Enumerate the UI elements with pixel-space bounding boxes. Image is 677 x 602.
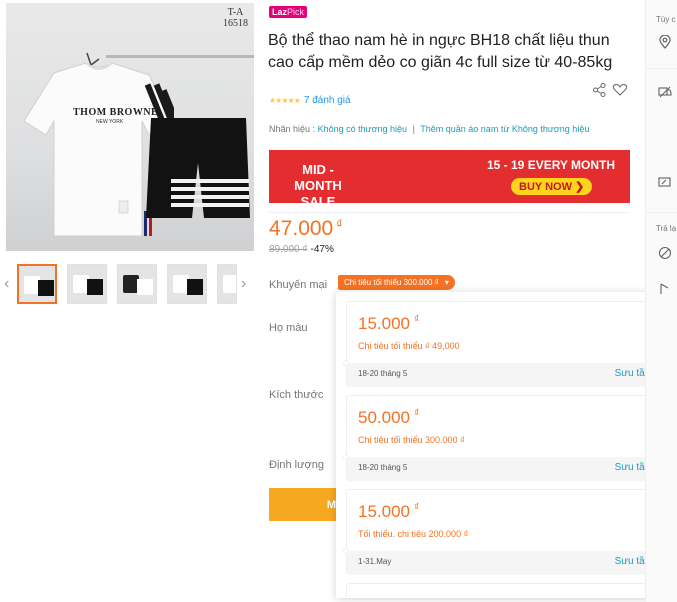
product-page: T-A 16518 THOM BROWNE NEW YORK ‹ › LazPi… — [0, 0, 677, 602]
delivery-icon — [658, 86, 672, 98]
sidebar-options-label: Tùy c — [656, 15, 676, 24]
buy-now-label: M — [326, 498, 336, 511]
product-main-image[interactable]: T-A 16518 THOM BROWNE NEW YORK — [6, 3, 254, 251]
lazpick-laz: Laz — [272, 7, 288, 17]
brand-more-link[interactable]: Thêm quần áo nam từ Không thương hiệu — [420, 124, 589, 134]
divider — [269, 212, 630, 213]
voucher-amount-value: 50.000 — [358, 408, 410, 427]
brand-row: Nhãn hiệu : Không có thương hiệu | Thêm … — [269, 124, 589, 134]
price-currency: ₫ — [336, 217, 343, 231]
mid-month-sale-banner[interactable]: MID - MONTH SALE 15 - 19 EVERY MONTH BUY… — [269, 150, 630, 209]
sidebar-divider — [646, 212, 677, 213]
price-value: 47.000 — [269, 217, 334, 240]
rating-count-link[interactable]: 7 đánh giá — [304, 95, 351, 106]
voucher-amount-value: 15.000 — [358, 314, 410, 333]
promotion-tag-text: Chi tiêu tối thiểu 300.000 ₫ — [344, 278, 439, 287]
promotion-label: Khuyến mại — [269, 279, 328, 291]
voucher-date: 18-20 tháng 5 — [358, 463, 408, 472]
cash-icon — [658, 177, 671, 187]
shorts-illustration — [146, 118, 250, 218]
voucher-card: 50.000 ₫ Chi tiêu tối thiểu 300.000 ₫ 18-… — [343, 395, 669, 481]
banner-title-line2: SALE — [300, 194, 336, 209]
brand-link[interactable]: Không có thương hiệu — [318, 124, 408, 134]
banner-buy-now-button[interactable]: BUY NOW ❯ — [511, 178, 593, 195]
rating-row: ★★★★★ 7 đánh giá — [269, 95, 351, 106]
thumb-prev-icon[interactable]: ‹ — [4, 275, 9, 293]
banner-sale-title: MID - MONTH SALE — [281, 162, 355, 210]
brand-label: Nhãn hiệu : — [269, 124, 316, 134]
voucher-card: 15.000 ₫ Tối thiểu. chi tiêu 200.000 ₫ 1-… — [343, 489, 669, 575]
voucher-dropdown: 15.000 ₫ Chi tiêu tối thiểu ₫ 49,000 18-2… — [336, 292, 676, 598]
voucher-date: 18-20 tháng 5 — [358, 369, 408, 378]
shirt-sub-print: NEW YORK — [96, 119, 124, 125]
color-family-label: Họ màu — [269, 322, 308, 334]
banner-title-line1: MID - MONTH — [294, 162, 342, 193]
thumb-next-icon[interactable]: › — [241, 275, 246, 293]
thumbnail-5[interactable] — [217, 264, 237, 304]
voucher-footer: 1-31.May Sưu tầm — [347, 551, 665, 575]
current-price: 47.000 ₫ — [269, 217, 342, 241]
thumbnail-3[interactable] — [117, 264, 157, 304]
delivery-sidebar: Tùy c Trả lạ — [645, 0, 677, 602]
share-icon[interactable] — [593, 83, 606, 97]
voucher-currency: ₫ — [414, 408, 420, 419]
voucher-amount: 15.000 ₫ — [358, 314, 419, 334]
quantity-label: Định lượng — [269, 459, 324, 471]
image-tag: T-A 16518 — [223, 7, 248, 29]
brand-divider: | — [412, 124, 415, 134]
lazpick-badge: LazPick — [269, 6, 308, 18]
voucher-currency: ₫ — [414, 502, 420, 513]
thumbnail-strip: ‹ › — [0, 262, 256, 306]
voucher-condition: Tối thiểu. chi tiêu 200.000 ₫ — [358, 529, 469, 539]
original-price: 89.000 ₫ — [269, 244, 308, 255]
heart-icon[interactable] — [612, 83, 628, 96]
chevron-down-icon: ▾ — [444, 278, 449, 287]
voucher-footer: 18-20 tháng 5 Sưu tầm — [347, 363, 665, 387]
voucher-footer: 18-20 tháng 5 Sưu tầm — [347, 457, 665, 481]
voucher-currency: ₫ — [414, 314, 420, 325]
voucher-amount: 50.000 ₫ — [358, 408, 419, 428]
thumbnail-4[interactable] — [167, 264, 207, 304]
rating-stars-icon: ★★★★★ — [269, 96, 301, 105]
image-tag-line2: 16518 — [223, 18, 248, 29]
buy-now-button[interactable]: M — [269, 488, 341, 521]
discount-percent: -47% — [310, 244, 334, 255]
voucher-condition: Chi tiêu tối thiểu ₫ 49,000 — [358, 341, 460, 351]
sidebar-divider — [646, 68, 677, 69]
image-tag-line1: T-A — [227, 7, 244, 18]
thumbnail-1[interactable] — [17, 264, 57, 304]
thumbnail-2[interactable] — [67, 264, 107, 304]
promotion-dropdown-trigger[interactable]: Chi tiêu tối thiểu 300.000 ₫ ▾ — [338, 275, 455, 290]
sidebar-return-label: Trả lạ — [656, 224, 677, 233]
voucher-amount-value: 15.000 — [358, 502, 410, 521]
product-title: Bộ thể thao nam hè in ngực BH18 chất liệ… — [268, 32, 613, 71]
no-return-icon — [658, 246, 672, 260]
old-price-row: 89.000 ₫ -47% — [269, 244, 334, 255]
voucher-card-partial — [346, 583, 666, 598]
banner-dates: 15 - 19 EVERY MONTH — [487, 158, 616, 172]
voucher-date: 1-31.May — [358, 557, 392, 566]
size-label: Kích thước — [269, 389, 324, 401]
shirt-brand-print: THOM BROWNE — [73, 107, 159, 118]
voucher-condition: Chi tiêu tối thiểu 300.000 ₫ — [358, 435, 465, 445]
lazpick-pick: Pick — [287, 7, 305, 17]
voucher-card: 15.000 ₫ Chi tiêu tối thiểu ₫ 49,000 18-2… — [343, 301, 669, 387]
location-pin-icon[interactable] — [658, 35, 672, 49]
share-wishlist-group — [593, 83, 628, 97]
warranty-icon — [660, 283, 669, 294]
voucher-amount: 15.000 ₫ — [358, 502, 419, 522]
